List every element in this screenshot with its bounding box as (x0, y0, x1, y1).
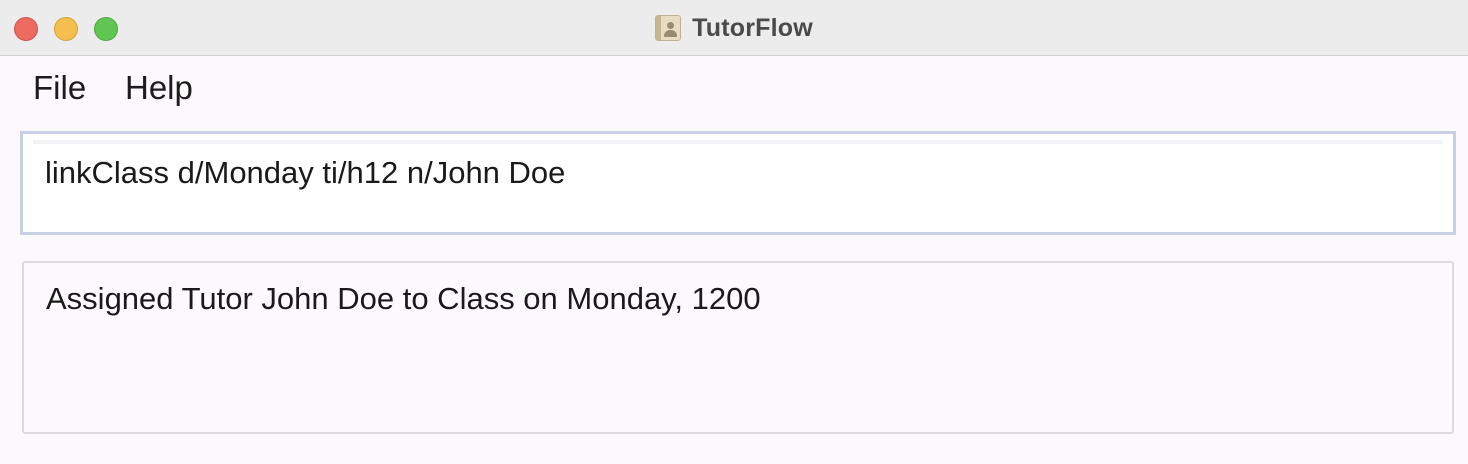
menu-bar: File Help (0, 57, 1468, 119)
command-input[interactable] (45, 153, 1425, 193)
window-title: TutorFlow (692, 13, 813, 42)
command-box-inner-border (33, 140, 1443, 144)
result-message: Assigned Tutor John Doe to Class on Mond… (46, 281, 761, 316)
address-book-icon (655, 15, 682, 41)
title-group: TutorFlow (0, 0, 1468, 56)
command-box[interactable] (20, 131, 1456, 235)
title-bar[interactable]: TutorFlow (0, 0, 1468, 56)
menu-file[interactable]: File (33, 69, 86, 107)
result-display[interactable]: Assigned Tutor John Doe to Class on Mond… (22, 261, 1454, 434)
app-window: TutorFlow File Help Assigned Tutor John … (0, 0, 1468, 464)
menu-help[interactable]: Help (125, 69, 193, 107)
